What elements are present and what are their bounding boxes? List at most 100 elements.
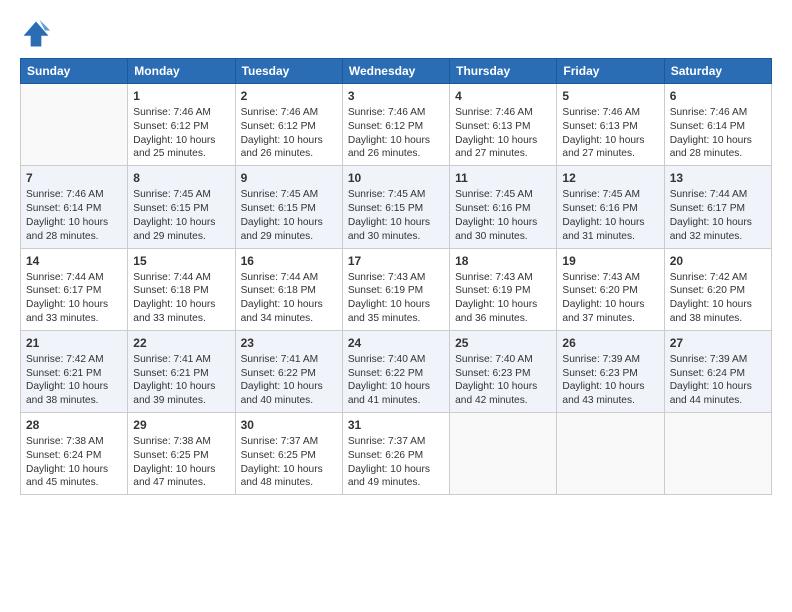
calendar-cell: 14 Sunrise: 7:44 AMSunset: 6:17 PMDayligh…: [21, 248, 128, 330]
day-info: Sunrise: 7:37 AMSunset: 6:26 PMDaylight:…: [348, 435, 444, 490]
day-info: Sunrise: 7:46 AMSunset: 6:14 PMDaylight:…: [670, 106, 766, 161]
day-info: Sunrise: 7:45 AMSunset: 6:15 PMDaylight:…: [133, 188, 229, 243]
page: SundayMondayTuesdayWednesdayThursdayFrid…: [0, 0, 792, 507]
day-number: 23: [241, 335, 337, 351]
day-info: Sunrise: 7:40 AMSunset: 6:23 PMDaylight:…: [455, 353, 551, 408]
day-number: 19: [562, 253, 658, 269]
calendar-cell: 6Sunrise: 7:46 AMSunset: 6:14 PMDaylight…: [664, 84, 771, 166]
day-number: 29: [133, 417, 229, 433]
day-info: Sunrise: 7:42 AMSunset: 6:21 PMDaylight:…: [26, 353, 122, 408]
day-number: 20: [670, 253, 766, 269]
header-day-saturday: Saturday: [664, 59, 771, 84]
day-info: Sunrise: 7:39 AMSunset: 6:23 PMDaylight:…: [562, 353, 658, 408]
week-row-5: 28 Sunrise: 7:38 AMSunset: 6:24 PMDayligh…: [21, 413, 772, 495]
calendar-cell: 29 Sunrise: 7:38 AMSunset: 6:25 PMDayligh…: [128, 413, 235, 495]
calendar-cell: 3 Sunrise: 7:46 AMSunset: 6:12 PMDaylight…: [342, 84, 449, 166]
calendar-cell: 22Sunrise: 7:41 AMSunset: 6:21 PMDayligh…: [128, 330, 235, 412]
day-info: Sunrise: 7:46 AMSunset: 6:12 PMDaylight:…: [348, 106, 444, 161]
day-number: 18: [455, 253, 551, 269]
calendar-cell: 27Sunrise: 7:39 AMSunset: 6:24 PMDayligh…: [664, 330, 771, 412]
day-number: 9: [241, 170, 337, 186]
calendar-cell: 4 Sunrise: 7:46 AMSunset: 6:13 PMDaylight…: [450, 84, 557, 166]
calendar-cell: 7 Sunrise: 7:46 AMSunset: 6:14 PMDaylight…: [21, 166, 128, 248]
calendar-cell: 12 Sunrise: 7:45 AMSunset: 6:16 PMDayligh…: [557, 166, 664, 248]
day-number: 1: [133, 88, 229, 104]
calendar-cell: 1 Sunrise: 7:46 AMSunset: 6:12 PMDaylight…: [128, 84, 235, 166]
calendar-cell: 10 Sunrise: 7:45 AMSunset: 6:15 PMDayligh…: [342, 166, 449, 248]
calendar-cell: 21 Sunrise: 7:42 AMSunset: 6:21 PMDayligh…: [21, 330, 128, 412]
day-info: Sunrise: 7:44 AMSunset: 6:18 PMDaylight:…: [133, 271, 229, 326]
day-number: 14: [26, 253, 122, 269]
day-info: Sunrise: 7:45 AMSunset: 6:16 PMDaylight:…: [562, 188, 658, 243]
day-number: 27: [670, 335, 766, 351]
week-row-1: 1 Sunrise: 7:46 AMSunset: 6:12 PMDaylight…: [21, 84, 772, 166]
day-info: Sunrise: 7:45 AMSunset: 6:15 PMDaylight:…: [241, 188, 337, 243]
day-info: Sunrise: 7:46 AMSunset: 6:14 PMDaylight:…: [26, 188, 122, 243]
week-row-4: 21 Sunrise: 7:42 AMSunset: 6:21 PMDayligh…: [21, 330, 772, 412]
day-number: 12: [562, 170, 658, 186]
header: [20, 18, 772, 50]
calendar-cell: 13 Sunrise: 7:44 AMSunset: 6:17 PMDayligh…: [664, 166, 771, 248]
day-number: 25: [455, 335, 551, 351]
day-number: 26: [562, 335, 658, 351]
header-day-sunday: Sunday: [21, 59, 128, 84]
calendar-cell: 16 Sunrise: 7:44 AMSunset: 6:18 PMDayligh…: [235, 248, 342, 330]
calendar-cell: 8Sunrise: 7:45 AMSunset: 6:15 PMDaylight…: [128, 166, 235, 248]
day-number: 28: [26, 417, 122, 433]
calendar-cell: 9 Sunrise: 7:45 AMSunset: 6:15 PMDaylight…: [235, 166, 342, 248]
day-info: Sunrise: 7:38 AMSunset: 6:24 PMDaylight:…: [26, 435, 122, 490]
day-number: 21: [26, 335, 122, 351]
day-info: Sunrise: 7:38 AMSunset: 6:25 PMDaylight:…: [133, 435, 229, 490]
day-info: Sunrise: 7:43 AMSunset: 6:20 PMDaylight:…: [562, 271, 658, 326]
day-info: Sunrise: 7:45 AMSunset: 6:15 PMDaylight:…: [348, 188, 444, 243]
calendar-cell: 25 Sunrise: 7:40 AMSunset: 6:23 PMDayligh…: [450, 330, 557, 412]
day-number: 31: [348, 417, 444, 433]
day-number: 13: [670, 170, 766, 186]
day-info: Sunrise: 7:44 AMSunset: 6:17 PMDaylight:…: [26, 271, 122, 326]
header-row: SundayMondayTuesdayWednesdayThursdayFrid…: [21, 59, 772, 84]
day-number: 24: [348, 335, 444, 351]
calendar-cell: 24 Sunrise: 7:40 AMSunset: 6:22 PMDayligh…: [342, 330, 449, 412]
day-info: Sunrise: 7:46 AMSunset: 6:12 PMDaylight:…: [133, 106, 229, 161]
day-number: 4: [455, 88, 551, 104]
day-info: Sunrise: 7:37 AMSunset: 6:25 PMDaylight:…: [241, 435, 337, 490]
day-info: Sunrise: 7:46 AMSunset: 6:13 PMDaylight:…: [562, 106, 658, 161]
day-number: 2: [241, 88, 337, 104]
day-number: 11: [455, 170, 551, 186]
day-info: Sunrise: 7:46 AMSunset: 6:12 PMDaylight:…: [241, 106, 337, 161]
calendar-table: SundayMondayTuesdayWednesdayThursdayFrid…: [20, 58, 772, 495]
calendar-cell: 30 Sunrise: 7:37 AMSunset: 6:25 PMDayligh…: [235, 413, 342, 495]
calendar-cell: 19 Sunrise: 7:43 AMSunset: 6:20 PMDayligh…: [557, 248, 664, 330]
day-info: Sunrise: 7:43 AMSunset: 6:19 PMDaylight:…: [348, 271, 444, 326]
day-info: Sunrise: 7:41 AMSunset: 6:22 PMDaylight:…: [241, 353, 337, 408]
day-number: 15: [133, 253, 229, 269]
calendar-cell: 23 Sunrise: 7:41 AMSunset: 6:22 PMDayligh…: [235, 330, 342, 412]
calendar-cell: 15 Sunrise: 7:44 AMSunset: 6:18 PMDayligh…: [128, 248, 235, 330]
day-info: Sunrise: 7:41 AMSunset: 6:21 PMDaylight:…: [133, 353, 229, 408]
week-row-3: 14 Sunrise: 7:44 AMSunset: 6:17 PMDayligh…: [21, 248, 772, 330]
day-info: Sunrise: 7:44 AMSunset: 6:18 PMDaylight:…: [241, 271, 337, 326]
calendar-cell: 17 Sunrise: 7:43 AMSunset: 6:19 PMDayligh…: [342, 248, 449, 330]
logo: [20, 18, 56, 50]
calendar-cell: 18Sunrise: 7:43 AMSunset: 6:19 PMDayligh…: [450, 248, 557, 330]
calendar-header: SundayMondayTuesdayWednesdayThursdayFrid…: [21, 59, 772, 84]
calendar-cell: 2 Sunrise: 7:46 AMSunset: 6:12 PMDaylight…: [235, 84, 342, 166]
calendar-cell: 20Sunrise: 7:42 AMSunset: 6:20 PMDayligh…: [664, 248, 771, 330]
header-day-friday: Friday: [557, 59, 664, 84]
day-number: 3: [348, 88, 444, 104]
day-number: 16: [241, 253, 337, 269]
logo-icon: [20, 18, 52, 50]
calendar-cell: 26 Sunrise: 7:39 AMSunset: 6:23 PMDayligh…: [557, 330, 664, 412]
calendar-cell: [664, 413, 771, 495]
header-day-thursday: Thursday: [450, 59, 557, 84]
day-info: Sunrise: 7:46 AMSunset: 6:13 PMDaylight:…: [455, 106, 551, 161]
day-number: 10: [348, 170, 444, 186]
day-number: 30: [241, 417, 337, 433]
day-info: Sunrise: 7:44 AMSunset: 6:17 PMDaylight:…: [670, 188, 766, 243]
calendar-cell: 11Sunrise: 7:45 AMSunset: 6:16 PMDayligh…: [450, 166, 557, 248]
calendar-cell: 28 Sunrise: 7:38 AMSunset: 6:24 PMDayligh…: [21, 413, 128, 495]
day-number: 17: [348, 253, 444, 269]
day-number: 7: [26, 170, 122, 186]
day-info: Sunrise: 7:40 AMSunset: 6:22 PMDaylight:…: [348, 353, 444, 408]
calendar-cell: [450, 413, 557, 495]
